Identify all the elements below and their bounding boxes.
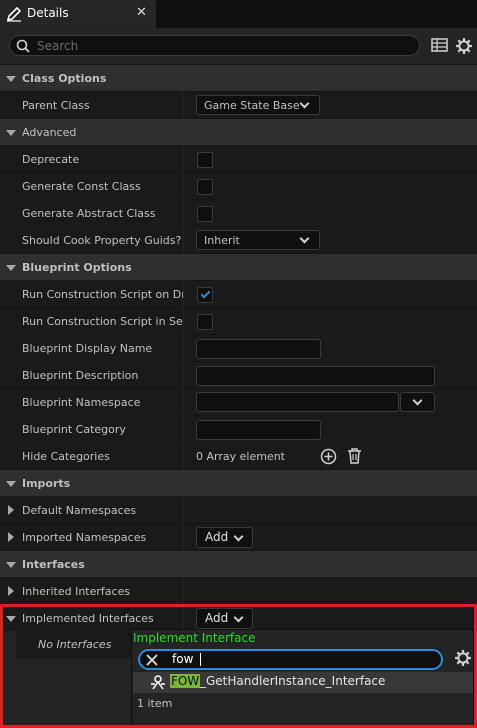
category-interfaces[interactable]: Interfaces xyxy=(0,550,477,577)
deprecate-checkbox[interactable] xyxy=(197,152,213,168)
property-blueprint-description: Blueprint Description xyxy=(0,361,477,388)
pencil-icon xyxy=(6,6,22,22)
category-input[interactable] xyxy=(196,420,321,440)
property-inherited-interfaces[interactable]: Inherited Interfaces xyxy=(0,577,477,604)
category-label: Imports xyxy=(22,477,71,490)
property-run-construction-drag: Run Construction Script on Drag xyxy=(0,280,477,307)
table-view-icon[interactable] xyxy=(431,37,449,55)
property-label: Run Construction Script in Seq... xyxy=(22,315,183,328)
array-count: 0 Array element xyxy=(196,450,285,463)
property-label: Default Namespaces xyxy=(22,504,137,517)
property-label: Deprecate xyxy=(22,153,80,166)
namespace-input[interactable] xyxy=(196,392,399,412)
collapse-arrow-icon xyxy=(6,481,16,487)
expand-arrow-icon[interactable] xyxy=(8,586,14,596)
property-label: Blueprint Description xyxy=(22,369,139,382)
expand-arrow-icon[interactable] xyxy=(8,505,14,515)
search-input[interactable]: Search xyxy=(9,35,420,56)
generate-abstract-class-checkbox[interactable] xyxy=(197,206,213,222)
collapse-arrow-icon xyxy=(6,130,16,136)
property-label: Generate Abstract Class xyxy=(22,207,156,220)
search-icon xyxy=(16,39,30,53)
category-label: Interfaces xyxy=(22,558,85,571)
category-label: Blueprint Options xyxy=(22,261,132,274)
tab-title: Details xyxy=(27,6,69,20)
property-parent-class: Parent Class Game State Base xyxy=(0,91,477,118)
chevron-down-icon xyxy=(233,531,244,542)
property-cook-property-guids: Should Cook Property Guids? Inherit xyxy=(0,226,477,253)
collapse-arrow-icon xyxy=(6,265,16,271)
generate-const-class-checkbox[interactable] xyxy=(197,179,213,195)
add-element-icon[interactable] xyxy=(320,448,337,468)
category-advanced[interactable]: Advanced xyxy=(0,118,477,145)
display-name-input[interactable] xyxy=(196,339,321,359)
category-imports[interactable]: Imports xyxy=(0,469,477,496)
property-default-namespaces[interactable]: Default Namespaces xyxy=(0,496,477,523)
run-construction-drag-checkbox[interactable] xyxy=(197,287,213,303)
button-label: Add xyxy=(205,530,229,544)
property-label: Run Construction Script on Drag xyxy=(22,288,183,301)
chevron-down-icon xyxy=(412,395,423,406)
parent-class-dropdown[interactable]: Game State Base xyxy=(196,95,320,115)
property-deprecate: Deprecate xyxy=(0,145,477,172)
annotation-highlight-box xyxy=(0,604,477,728)
add-namespace-button[interactable]: Add xyxy=(196,527,253,548)
namespace-dropdown-button[interactable] xyxy=(400,392,435,412)
gear-icon[interactable] xyxy=(455,37,473,55)
property-label: Blueprint Display Name xyxy=(22,342,153,355)
property-imported-namespaces: Imported Namespaces Add xyxy=(0,523,477,550)
property-label: Should Cook Property Guids? xyxy=(22,234,182,247)
property-generate-const-class: Generate Const Class xyxy=(0,172,477,199)
dropdown-value: Game State Base xyxy=(204,99,300,112)
chevron-down-icon xyxy=(299,233,310,244)
property-label: Parent Class xyxy=(22,99,90,112)
category-label: Class Options xyxy=(22,72,107,85)
category-blueprint-options[interactable]: Blueprint Options xyxy=(0,253,477,280)
property-blueprint-category: Blueprint Category xyxy=(0,415,477,442)
property-run-construction-seq: Run Construction Script in Seq... xyxy=(0,307,477,334)
tab-details[interactable]: Details ✕ xyxy=(0,0,156,28)
property-label: Hide Categories xyxy=(22,450,110,463)
description-input[interactable] xyxy=(196,366,435,386)
run-construction-seq-checkbox[interactable] xyxy=(197,314,213,330)
property-generate-abstract-class: Generate Abstract Class xyxy=(0,199,477,226)
collapse-arrow-icon xyxy=(6,562,16,568)
property-blueprint-namespace: Blueprint Namespace xyxy=(0,388,477,415)
property-label: Inherited Interfaces xyxy=(22,585,131,598)
category-class-options[interactable]: Class Options xyxy=(0,64,477,91)
trash-icon[interactable] xyxy=(347,447,362,467)
checkmark-icon xyxy=(200,288,211,299)
category-label: Advanced xyxy=(22,126,77,139)
dropdown-value: Inherit xyxy=(204,234,240,247)
tab-close-button[interactable]: ✕ xyxy=(136,5,147,20)
property-label: Generate Const Class xyxy=(22,180,141,193)
search-placeholder: Search xyxy=(37,39,79,53)
property-label: Blueprint Namespace xyxy=(22,396,141,409)
property-hide-categories: Hide Categories 0 Array element xyxy=(0,442,477,469)
chevron-down-icon xyxy=(299,98,310,109)
property-blueprint-display-name: Blueprint Display Name xyxy=(0,334,477,361)
property-label: Imported Namespaces xyxy=(22,531,147,544)
collapse-arrow-icon xyxy=(6,76,16,82)
property-label: Blueprint Category xyxy=(22,423,126,436)
cook-guids-dropdown[interactable]: Inherit xyxy=(196,230,320,250)
expand-arrow-icon[interactable] xyxy=(8,532,14,542)
